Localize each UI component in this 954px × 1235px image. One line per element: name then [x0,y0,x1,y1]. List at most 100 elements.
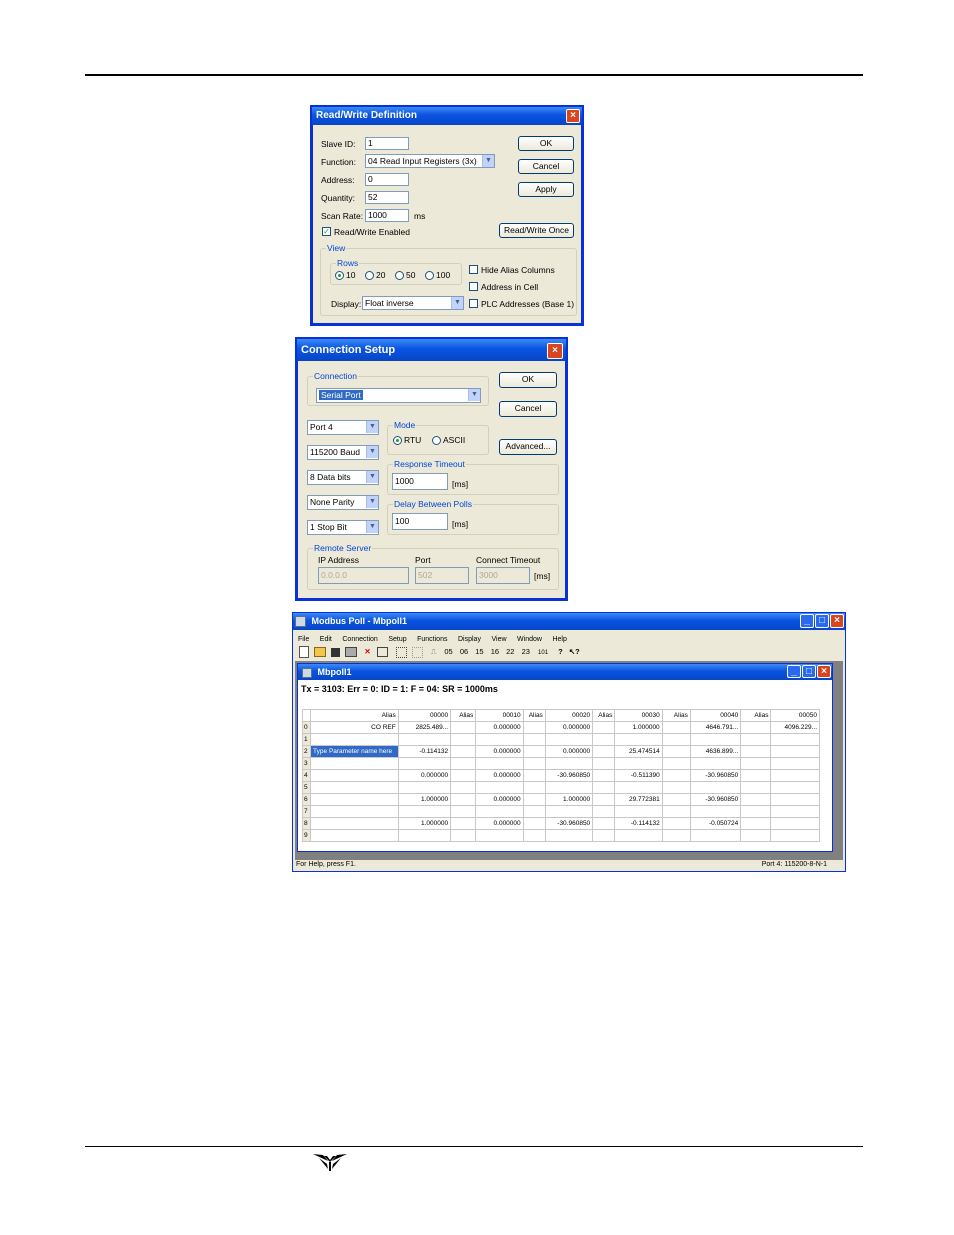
fn-23-button[interactable]: 23 [522,647,530,656]
alias-cell[interactable] [522,757,546,770]
print-icon[interactable] [345,647,358,658]
value-cell[interactable]: -30.960850 [689,793,742,806]
alias-cell[interactable] [740,733,772,746]
value-cell[interactable]: 4646.791... [689,721,742,734]
menu-help[interactable]: Help [552,636,566,643]
value-cell[interactable]: 0.000000 [397,769,452,782]
value-cell[interactable] [614,781,663,794]
read-write-once-button[interactable]: Read/Write Once [499,223,574,238]
column-header[interactable]: 00050 [770,709,820,722]
value-cell[interactable] [397,733,452,746]
alias-cell[interactable] [310,733,399,746]
column-header[interactable]: Alias [592,709,616,722]
port-select[interactable]: Port 4 ▼ [307,420,379,435]
alias-cell[interactable] [661,721,691,734]
alias-cell[interactable] [592,745,616,758]
value-cell[interactable]: -30.960850 [544,769,594,782]
alias-cell[interactable] [661,817,691,830]
parity-select[interactable]: None Parity ▼ [307,495,379,510]
connection-select[interactable]: Serial Port ▼ [316,388,481,403]
column-header[interactable]: 00030 [614,709,663,722]
column-header[interactable]: Alias [661,709,691,722]
pulse-icon[interactable]: ⎍ [431,647,436,656]
scan-rate-input[interactable]: 1000 [365,209,409,222]
alias-cell[interactable] [450,769,477,782]
alias-cell[interactable] [592,733,616,746]
value-cell[interactable] [544,829,594,842]
menu-edit[interactable]: Edit [320,636,332,643]
alias-cell[interactable] [740,793,772,806]
hide-alias-checkbox[interactable] [469,265,478,274]
menu-display[interactable]: Display [458,636,481,643]
alias-cell[interactable] [310,805,399,818]
rows-100-radio[interactable] [425,271,434,280]
close-icon[interactable]: × [547,343,563,359]
alias-cell[interactable] [522,793,546,806]
alias-cell[interactable] [522,745,546,758]
alias-cell[interactable] [310,829,399,842]
menu-functions[interactable]: Functions [417,636,447,643]
mode-rtu-radio[interactable] [393,436,402,445]
new-file-icon[interactable] [299,646,309,659]
plc-addresses-checkbox[interactable] [469,299,478,308]
alias-cell[interactable] [310,793,399,806]
value-cell[interactable]: 0.000000 [544,721,594,734]
column-header[interactable]: 00020 [544,709,594,722]
alias-cell[interactable] [740,745,772,758]
column-header[interactable]: Alias [450,709,477,722]
value-cell[interactable] [397,805,452,818]
connect-icon[interactable] [395,646,407,658]
fn-05-button[interactable]: 05 [444,647,452,656]
value-cell[interactable]: -0.114132 [614,817,663,830]
value-cell[interactable]: -0.511390 [614,769,663,782]
alias-cell[interactable] [592,805,616,818]
ok-button[interactable]: OK [518,136,574,151]
alias-cell[interactable] [661,733,691,746]
alias-cell[interactable] [310,781,399,794]
response-timeout-input[interactable]: 1000 [392,473,448,490]
baud-select[interactable]: 115200 Baud ▼ [307,445,379,460]
value-cell[interactable] [397,829,452,842]
alias-cell[interactable] [450,829,477,842]
cancel-button[interactable]: Cancel [499,401,557,417]
alias-cell[interactable] [310,769,399,782]
value-cell[interactable]: 25.474514 [614,745,663,758]
disconnect-icon[interactable] [411,646,423,658]
value-cell[interactable]: -0.114132 [397,745,452,758]
value-cell[interactable] [475,805,524,818]
column-header[interactable]: Alias [522,709,546,722]
fn-22-button[interactable]: 22 [506,647,514,656]
alias-cell[interactable] [450,817,477,830]
apply-button[interactable]: Apply [518,182,574,197]
address-input[interactable]: 0 [365,173,409,186]
value-cell[interactable]: 0.000000 [475,817,524,830]
remote-port-input[interactable]: 502 [415,567,469,584]
alias-cell[interactable] [450,733,477,746]
alias-cell[interactable] [740,805,772,818]
close-icon[interactable]: × [566,109,580,123]
mode-ascii-radio[interactable] [432,436,441,445]
value-cell[interactable]: 0.000000 [475,769,524,782]
value-cell[interactable] [770,793,820,806]
alias-cell[interactable] [450,757,477,770]
value-cell[interactable] [614,829,663,842]
alias-cell[interactable] [661,757,691,770]
alias-cell[interactable] [450,793,477,806]
value-cell[interactable] [544,805,594,818]
close-icon[interactable]: × [830,614,844,628]
alias-cell[interactable] [592,817,616,830]
close-icon[interactable]: × [817,665,831,678]
value-cell[interactable] [614,757,663,770]
value-cell[interactable]: 0.000000 [475,793,524,806]
value-cell[interactable] [689,733,742,746]
value-cell[interactable] [770,781,820,794]
column-header[interactable]: 00010 [475,709,524,722]
alias-cell[interactable] [740,721,772,734]
alias-cell[interactable] [592,721,616,734]
save-icon[interactable] [331,647,341,657]
alias-cell[interactable] [450,805,477,818]
value-cell[interactable]: 4096.229... [770,721,820,734]
rows-10-radio[interactable] [335,271,344,280]
value-cell[interactable] [475,757,524,770]
alias-cell[interactable] [522,817,546,830]
